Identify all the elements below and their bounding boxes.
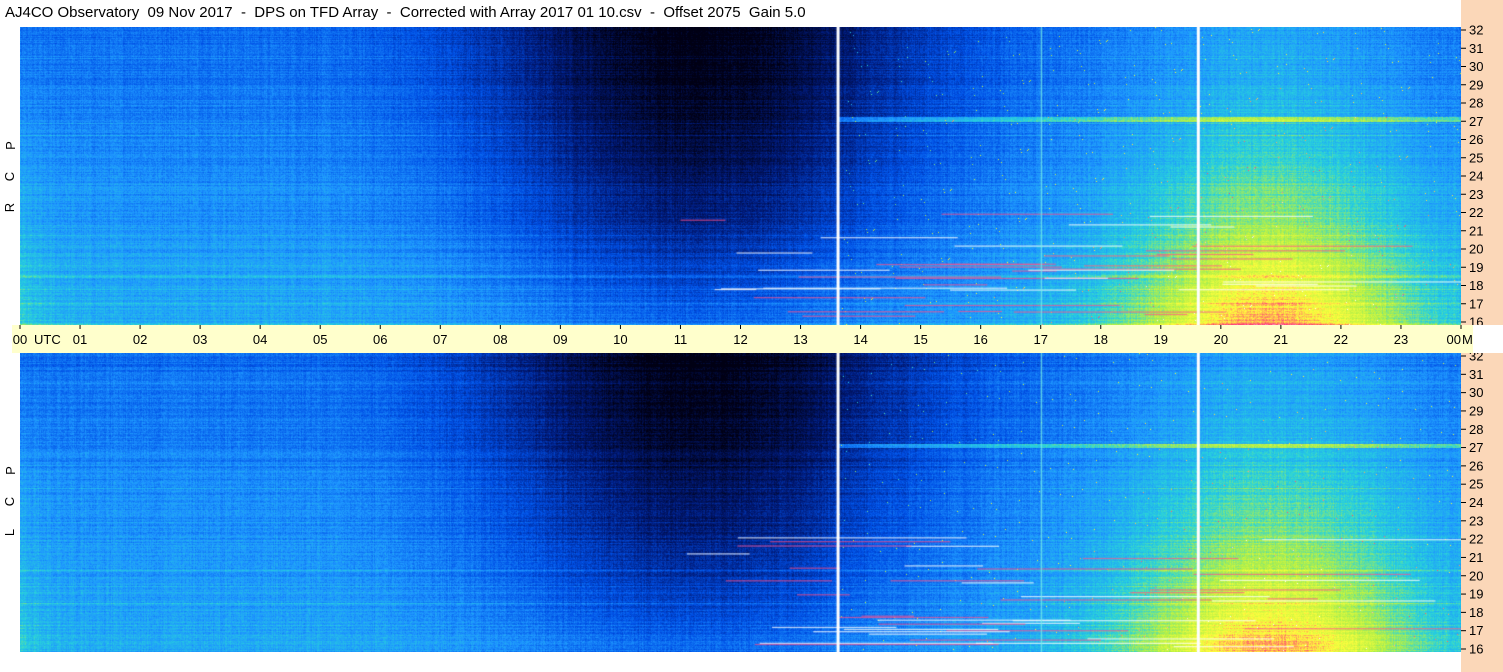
frequency-tick-label: 26 [1469,132,1483,147]
time-tick-label: 09 [553,332,567,347]
rcp-spectrogram [20,27,1461,325]
time-tick-label: 17 [1033,332,1047,347]
time-tick-label: 08 [493,332,507,347]
lcp-label: P C L [0,455,20,548]
time-tick-label: 23 [1394,332,1408,347]
frequency-axis-top: 16 17 18 19 20 21 22 23 24 25 26 27 28 29 30 31 32 [1461,0,1503,325]
time-tick-label: 18 [1094,332,1108,347]
frequency-tick-label: 19 [1469,587,1483,602]
frequency-tick-label: 23 [1469,513,1483,528]
chart-title: AJ4CO Observatory 09 Nov 2017 - DPS on T… [5,4,806,21]
time-tick-label: 12 [733,332,747,347]
lcp-heatmap-canvas [20,353,1461,652]
frequency-tick-label: 31 [1469,367,1483,382]
lcp-spectrogram [20,353,1461,652]
frequency-tick-label: 18 [1469,278,1483,293]
frequency-tick-label: 32 [1469,23,1483,38]
frequency-tick-label: 21 [1469,223,1483,238]
frequency-tick-label: 18 [1469,605,1483,620]
frequency-unit-label: MHz [1462,332,1473,347]
time-tick-label: 07 [433,332,447,347]
frequency-tick-label: 21 [1469,550,1483,565]
time-tick-label: 11 [674,332,688,347]
frequency-tick-label: 22 [1469,205,1483,220]
frequency-axis-bottom-svg: 16 17 18 19 20 21 22 23 24 25 26 27 28 29 30 31 32 [1461,353,1483,657]
frequency-tick-label: 17 [1469,296,1483,311]
time-tick-label: 03 [193,332,207,347]
frequency-tick-label: 26 [1469,458,1483,473]
frequency-tick-label: 24 [1469,495,1483,510]
time-tick-label: 06 [373,332,387,347]
time-tick-label: 15 [913,332,927,347]
frequency-tick-label: 23 [1469,187,1483,202]
frequency-tick-label: 20 [1469,242,1483,257]
frequency-tick-label: 27 [1469,440,1483,455]
time-unit-label: UTC [34,332,61,347]
frequency-axis-top-svg: 16 17 18 19 20 21 22 23 24 25 26 27 28 29 30 31 32 [1461,23,1483,326]
frequency-tick-label: 16 [1469,642,1483,657]
frequency-tick-label: 28 [1469,96,1483,111]
time-tick-label: 05 [313,332,327,347]
frequency-tick-label: 32 [1469,353,1483,364]
time-tick-label: 00 [13,332,27,347]
frequency-tick-label: 16 [1469,315,1483,326]
frequency-tick-label: 31 [1469,41,1483,56]
frequency-tick-label: 28 [1469,422,1483,437]
frequency-tick-label: 30 [1469,385,1483,400]
time-tick-label: 01 [73,332,87,347]
frequency-tick-label: 19 [1469,260,1483,275]
frequency-tick-label: 25 [1469,150,1483,165]
time-tick-label: 20 [1214,332,1228,347]
frequency-axis-bottom: 16 17 18 19 20 21 22 23 24 25 26 27 28 29 30 31 32 [1461,353,1503,672]
time-tick-label: 21 [1274,332,1288,347]
time-tick-label: 19 [1154,332,1168,347]
frequency-tick-label: 25 [1469,477,1483,492]
time-tick-label: 04 [253,332,267,347]
frequency-tick-label: 24 [1469,169,1483,184]
frequency-tick-label: 29 [1469,77,1483,92]
time-tick-label: 16 [973,332,987,347]
time-axis-svg: 00 01 02 03 04 05 06 07 08 09 10 11 12 13 14 15 16 17 18 19… [13,325,1473,347]
time-tick-label: 10 [613,332,627,347]
frequency-tick-label: 27 [1469,114,1483,129]
rcp-heatmap-canvas [20,27,1461,325]
rcp-label: P C R [0,130,20,223]
frequency-tick-label: 20 [1469,568,1483,583]
time-tick-label: 22 [1334,332,1348,347]
time-tick-label: 14 [853,332,867,347]
time-axis: 00 01 02 03 04 05 06 07 08 09 10 11 12 13 14 15 16 17 18 19… [12,325,1473,353]
time-tick-label: 02 [133,332,147,347]
frequency-tick-label: 17 [1469,623,1483,638]
frequency-tick-label: 30 [1469,59,1483,74]
frequency-tick-label: 29 [1469,403,1483,418]
time-tick-label: 00 [1447,332,1461,347]
frequency-tick-label: 22 [1469,532,1483,547]
time-tick-label: 13 [793,332,807,347]
